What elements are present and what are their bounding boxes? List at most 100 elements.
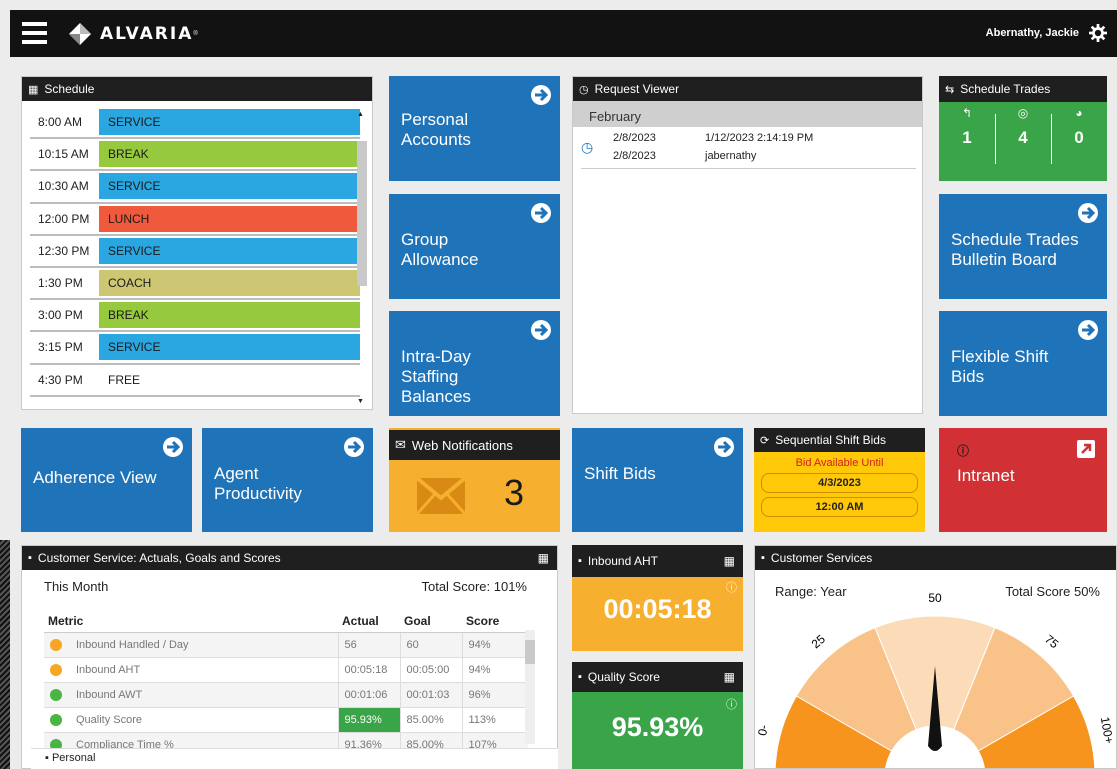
arrow-right-icon [1078,203,1098,223]
schedule-activity: LUNCH [99,205,360,232]
intraday-staffing-tile[interactable]: Intra-Day Staffing Balances [389,311,560,416]
info-icon: ⓘ [957,444,970,458]
person-icon: ▪ [28,552,32,564]
schedule-row[interactable]: 8:00 AM SERVICE [30,107,360,140]
flexible-shift-bids-label: Flexible Shift Bids [951,347,1049,386]
request-month: February [573,101,922,127]
schedule-row[interactable]: 12:30 PM SERVICE [30,236,360,268]
check-icon [50,689,62,702]
info-icon[interactable]: ⓘ [726,696,737,712]
calendar-icon[interactable]: ▦ [538,551,549,565]
table-row[interactable]: Quality Score 95.93% 85.00% 113% [44,707,528,733]
adherence-view-tile[interactable]: Adherence View [21,428,192,532]
alvaria-logo: ALVARIA ® [68,22,198,46]
calendar-icon: ▦ [28,83,39,96]
schedule-row[interactable]: 10:15 AM BREAK [30,139,360,172]
trades-sent: ↰ 1 [939,106,995,148]
table-row[interactable]: Inbound Handled / Day 56 60 94% [44,632,528,658]
score-gauge: 0- 25 50 75 100+ [755,591,1116,768]
inbound-aht-title: Inbound AHT [587,554,658,568]
schedule-panel: ▦ Schedule 8:00 AM SERVICE 10:15 AM BREAK 10:… [21,76,373,410]
schedule-row[interactable]: 4:30 PM FREE [30,365,360,397]
inbound-aht-tile[interactable]: ▪ Inbound AHT ▦ ⓘ 00:05:18 [572,545,743,651]
metric-name: Quality Score [76,713,143,726]
metric-name: Inbound AWT [76,688,143,701]
request-user: jabernathy [705,150,757,162]
personal-accounts-tile[interactable]: Personal Accounts [389,76,560,181]
reply-icon: ↰ [961,106,973,120]
customer-service-panel: ▪ Customer Service: Actuals, Goals and Sc… [21,545,558,769]
schedule-row[interactable]: 3:00 PM BREAK [30,300,360,333]
personal-footer[interactable]: ▪ Personal [31,748,558,769]
agent-productivity-tile[interactable]: Agent Productivity [202,428,373,532]
schedule-list[interactable]: 8:00 AM SERVICE 10:15 AM BREAK 10:30 AM SERVI… [22,107,360,397]
schedule-scrollbar[interactable]: ▲ ▼ [356,111,368,405]
metrics-scrollbar[interactable] [525,630,535,744]
schedule-row[interactable]: 10:30 AM SERVICE [30,171,360,204]
cs-title: Customer Service: Actuals, Goals and Sco… [37,551,281,565]
adherence-view-label: Adherence View [33,468,157,487]
schedule-activity: COACH [99,270,360,297]
warning-icon [50,639,62,652]
trades-bulletin-label: Schedule Trades Bulletin Board [951,230,1079,269]
request-date-1: 2/8/2023 [613,132,656,144]
trades-bulletin-tile[interactable]: Schedule Trades Bulletin Board [939,194,1107,299]
quality-score-tile[interactable]: ▪ Quality Score ▦ ⓘ 95.93% [572,662,743,769]
col-metric: Metric [44,610,338,633]
info-icon[interactable]: ⓘ [726,579,737,595]
cs-period: This Month [44,579,109,594]
schedule-title: Schedule [44,82,95,96]
request-row[interactable]: ◷ 2/8/2023 2/8/2023 1/12/2023 2:14:19 PM… [581,131,916,169]
top-bar: ALVARIA ® Abernathy, Jackie [10,10,1117,57]
check-icon [50,714,62,727]
web-notifications-tile[interactable]: ✉ Web Notifications 3 [389,428,560,532]
gauge-tick-label: 0- [755,724,771,737]
envelope-icon: ✉ [395,437,406,452]
calendar-icon[interactable]: ▦ [724,554,735,568]
trades-expired: ◕ 0 [1051,106,1107,148]
table-row[interactable]: Inbound AWT 00:01:06 00:01:03 96% [44,682,528,708]
intranet-tile[interactable]: ⓘ Intranet [939,428,1107,532]
bid-time: 12:00 AM [761,497,918,517]
footer-label: Personal [51,752,96,764]
customer-services-panel: ▪ Customer Services Range: Year Total Sco… [754,545,1117,769]
metric-actual: 00:01:06 [337,682,400,708]
user-name[interactable]: Abernathy, Jackie [986,27,1079,39]
group-allowance-tile[interactable]: Group Allowance [389,194,560,299]
schedule-row[interactable]: 12:00 PM LUNCH [30,204,360,236]
trades-count-2: 4 [1018,128,1028,147]
col-goal: Goal [400,610,462,633]
person-icon: ▪ [578,671,582,683]
metrics-table: Metric Actual Goal Score Inbound Handled… [44,610,528,758]
schedule-trades-tile[interactable]: ⇆ Schedule Trades ↰ 1 ◎ 4 ◕ 0 [939,76,1107,181]
agent-productivity-label: Agent Productivity [214,464,302,503]
arrow-right-icon [714,437,734,457]
shift-bids-tile[interactable]: Shift Bids [572,428,743,532]
metric-name: Inbound AHT [76,663,141,676]
web-notifications-title: Web Notifications [411,437,513,453]
sequential-shift-bids-tile[interactable]: ⟳ Sequential Shift Bids Bid Available Unt… [754,428,925,532]
schedule-row[interactable]: 3:15 PM SERVICE [30,332,360,365]
warning-icon [50,664,62,677]
person-icon: ▪ [45,752,52,764]
gear-icon[interactable] [1089,24,1107,42]
request-submitted: 1/12/2023 2:14:19 PM [705,132,814,144]
table-row[interactable]: Inbound AHT 00:05:18 00:05:00 94% [44,657,528,683]
arrow-right-icon [344,437,364,457]
external-link-icon [1077,440,1095,458]
schedule-time: 12:30 PM [38,243,90,258]
hamburger-menu-icon[interactable] [22,22,47,44]
trades-count-3: 0 [1074,128,1084,147]
schedule-row[interactable]: 1:30 PM COACH [30,268,360,301]
calendar-icon[interactable]: ▦ [724,670,735,684]
gauge-tick-label: 75 [1042,632,1061,652]
metric-goal: 85.00% [399,707,462,733]
request-viewer-panel: ◷ Request Viewer February ◷ 2/8/2023 2/8/… [572,76,923,414]
quality-value: 95.93% [611,712,704,742]
cs-total: Total Score: 101% [421,579,527,594]
flexible-shift-bids-tile[interactable]: Flexible Shift Bids [939,311,1107,416]
schedule-time: 10:15 AM [38,147,89,162]
schedule-activity: SERVICE [99,237,360,264]
alvaria-logo-icon [69,23,91,45]
request-date-2: 2/8/2023 [613,150,656,162]
